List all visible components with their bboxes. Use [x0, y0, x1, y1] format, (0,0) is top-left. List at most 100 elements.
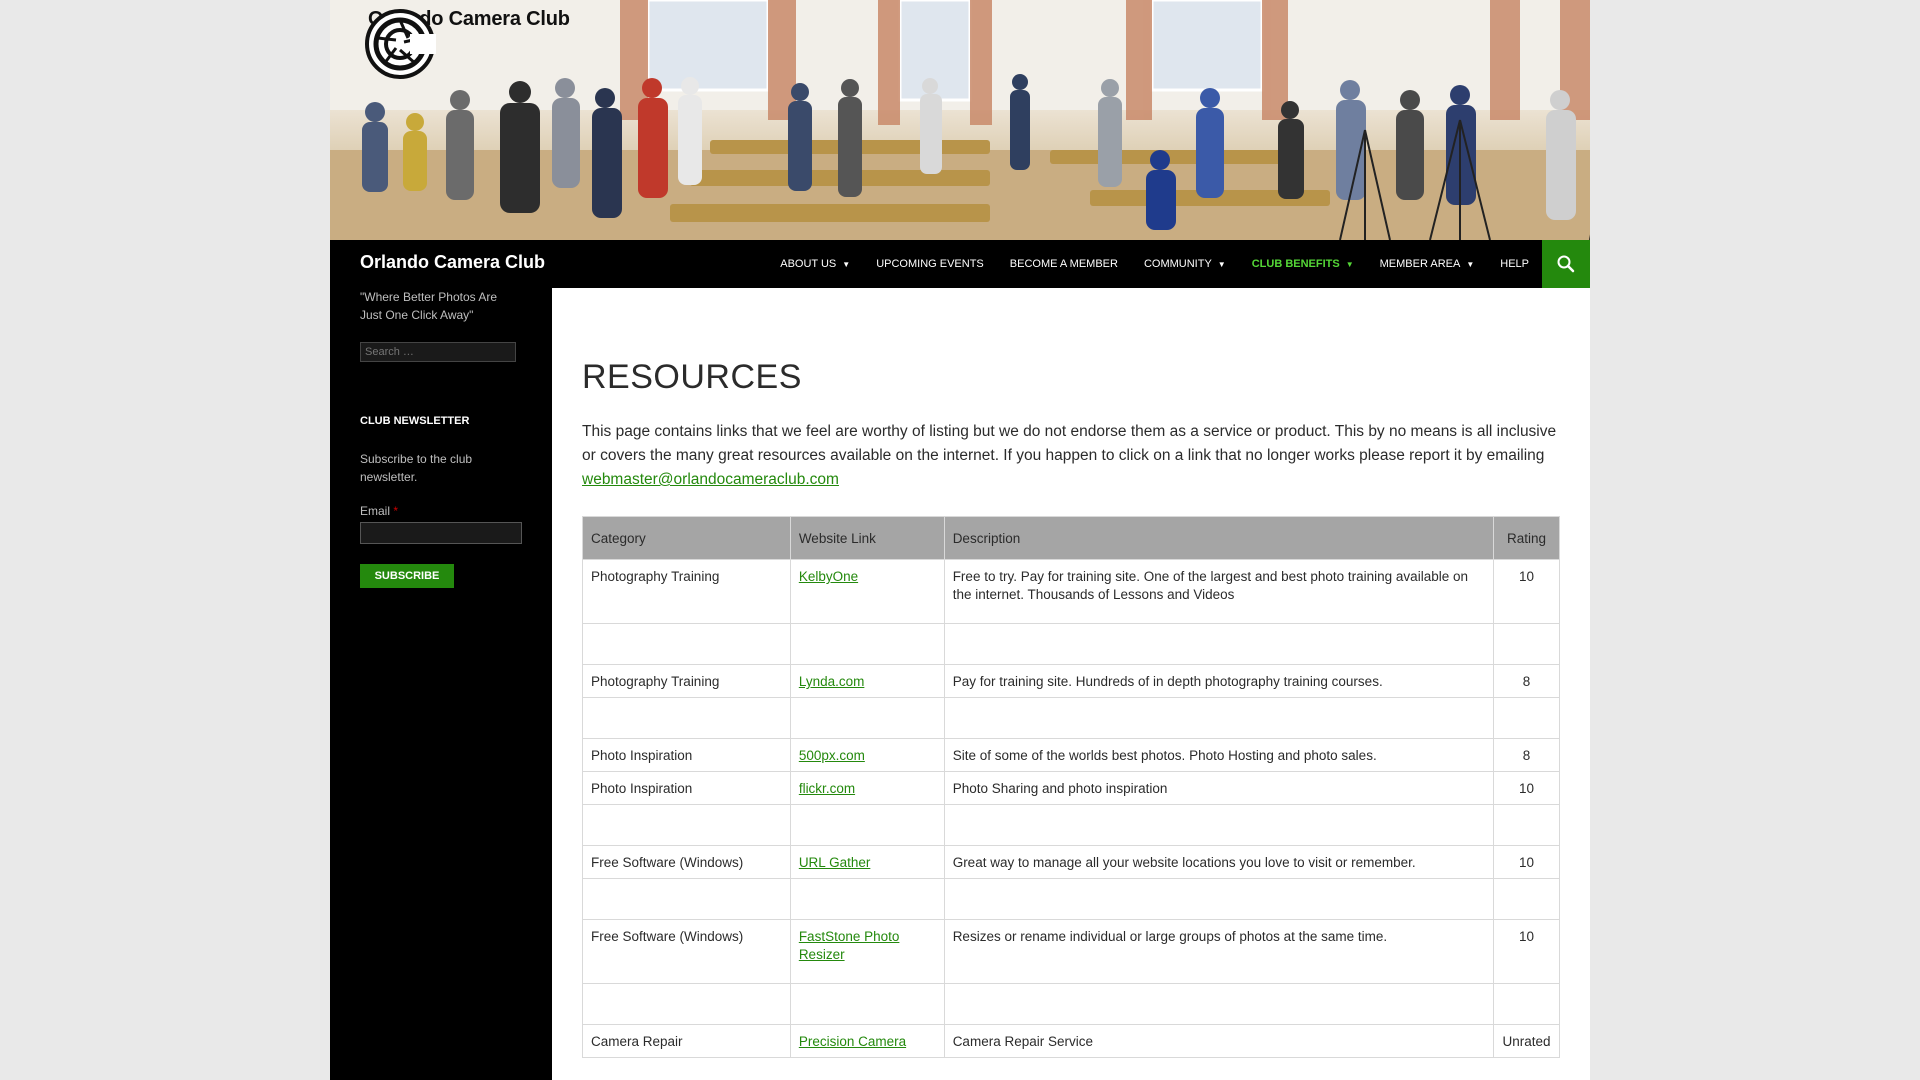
empty-cell: [943, 804, 1494, 846]
cell-link: Precision Camera: [789, 1024, 945, 1058]
empty-cell: [1492, 697, 1561, 739]
menu-item-help[interactable]: Help: [1487, 240, 1542, 288]
cell-link: 500px.com: [789, 738, 945, 772]
cell-category: Free Software (Windows): [582, 919, 791, 984]
menu-item-member-area[interactable]: Member Area ▼: [1367, 240, 1488, 288]
empty-cell: [582, 983, 791, 1025]
cell-link: FastStone Photo Resizer: [789, 919, 945, 984]
newsletter-widget-title: Club Newsletter: [360, 415, 470, 427]
caret-down-icon: ▼: [1466, 259, 1475, 269]
subscribe-button[interactable]: Subscribe: [360, 564, 454, 588]
cell-description: Site of some of the worlds best photos. …: [943, 738, 1494, 772]
cell-rating: 8: [1492, 664, 1561, 698]
header-photo-illustration: [330, 0, 1590, 240]
table-body: Photography Training KelbyOne Free to tr…: [582, 559, 1561, 1058]
empty-cell: [789, 697, 945, 739]
menu-item-label: Become a Member: [1009, 258, 1118, 270]
menu-item-label: Club Benefits: [1251, 258, 1340, 270]
table-row-empty: [582, 697, 1561, 739]
menu-item-community[interactable]: Community ▼: [1131, 240, 1239, 288]
menu-item-label: Upcoming Events: [876, 258, 984, 270]
menu-item-label: About Us: [780, 258, 837, 270]
intro-text: This page contains links that we feel ar…: [582, 423, 1557, 464]
empty-cell: [582, 804, 791, 846]
intro-paragraph: This page contains links that we feel ar…: [582, 420, 1562, 492]
table-row: Free Software (Windows) FastStone Photo …: [582, 919, 1561, 984]
resource-link[interactable]: Lynda.com: [799, 674, 865, 689]
table-row: Photo Inspiration 500px.com Site of some…: [582, 738, 1561, 772]
cell-link: Lynda.com: [789, 664, 945, 698]
caret-down-icon: ▼: [1217, 259, 1226, 269]
resource-link[interactable]: URL Gather: [799, 855, 871, 870]
cell-description: Camera Repair Service: [943, 1024, 1494, 1058]
email-field[interactable]: [360, 522, 522, 544]
cell-category: Photo Inspiration: [582, 771, 791, 805]
cell-rating: 10: [1492, 771, 1561, 805]
empty-cell: [1492, 878, 1561, 920]
empty-cell: [943, 878, 1494, 920]
resource-link[interactable]: KelbyOne: [799, 569, 858, 584]
table-row-empty: [582, 804, 1561, 846]
empty-cell: [789, 623, 945, 665]
empty-cell: [789, 804, 945, 846]
column-header-category: Category: [582, 516, 791, 560]
menu-item-become-a-member[interactable]: Become a Member: [997, 240, 1131, 288]
table-row: Photography Training Lynda.com Pay for t…: [582, 664, 1561, 698]
cell-category: Photo Inspiration: [582, 738, 791, 772]
sidebar: "Where Better Photos Are Just One Click …: [330, 288, 552, 1080]
cell-category: Camera Repair: [582, 1024, 791, 1058]
cell-link: URL Gather: [789, 845, 945, 879]
resource-link[interactable]: FastStone Photo Resizer: [799, 929, 900, 962]
column-header-description: Description: [943, 516, 1494, 560]
menu-item-label: Community: [1143, 258, 1212, 270]
empty-cell: [943, 697, 1494, 739]
caret-down-icon: ▼: [1345, 259, 1354, 269]
header-image[interactable]: Orlando Camera Club: [330, 0, 1590, 240]
cell-link: KelbyOne: [789, 559, 945, 624]
empty-cell: [582, 878, 791, 920]
cell-rating: 10: [1492, 919, 1561, 984]
column-header-website-link: Website Link: [789, 516, 945, 560]
menu-item-about-us[interactable]: About Us ▼: [767, 240, 863, 288]
resource-link[interactable]: Precision Camera: [799, 1034, 906, 1049]
cell-rating: 8: [1492, 738, 1561, 772]
resource-link[interactable]: flickr.com: [799, 781, 855, 796]
cell-description: Great way to manage all your website loc…: [943, 845, 1494, 879]
cell-description: Resizes or rename individual or large gr…: [943, 919, 1494, 984]
cell-category: Photography Training: [582, 559, 791, 624]
menu-item-club-benefits[interactable]: Club Benefits ▼: [1239, 240, 1367, 288]
empty-cell: [1492, 623, 1561, 665]
email-label-text: Email: [360, 504, 391, 518]
cell-category: Free Software (Windows): [582, 845, 791, 879]
resource-link[interactable]: 500px.com: [799, 748, 865, 763]
table-row: Photography Training KelbyOne Free to tr…: [582, 559, 1561, 624]
search-toggle-button[interactable]: [1542, 240, 1590, 288]
required-marker: *: [393, 504, 399, 518]
cell-description: Photo Sharing and photo inspiration: [943, 771, 1494, 805]
site-title-link[interactable]: Orlando Camera Club: [360, 252, 545, 273]
cell-description: Free to try. Pay for training site. One …: [943, 559, 1494, 624]
webmaster-email-link[interactable]: webmaster@orlandocameraclub.com: [582, 471, 839, 488]
search-input[interactable]: [360, 342, 516, 362]
empty-cell: [789, 878, 945, 920]
primary-navigation: Orlando Camera Club About Us ▼ Upcoming …: [330, 240, 1590, 288]
empty-cell: [582, 697, 791, 739]
search-icon: [1557, 255, 1575, 273]
caret-down-icon: ▼: [842, 259, 851, 269]
site-tagline: "Where Better Photos Are Just One Click …: [360, 290, 497, 322]
site-logo[interactable]: Orlando Camera Club: [364, 8, 570, 79]
column-header-rating: Rating: [1492, 516, 1561, 560]
table-row: Camera Repair Precision Camera Camera Re…: [582, 1024, 1561, 1058]
menu-item-label: Help: [1500, 258, 1529, 270]
table-row-empty: [582, 983, 1561, 1025]
empty-cell: [1492, 983, 1561, 1025]
menu-item-label: Member Area: [1379, 258, 1461, 270]
main-menu: About Us ▼ Upcoming Events Become a Memb…: [767, 240, 1542, 288]
newsletter-description: Subscribe to the club newsletter.: [360, 452, 473, 484]
cell-link: flickr.com: [789, 771, 945, 805]
cell-description: Pay for training site. Hundreds of in de…: [943, 664, 1494, 698]
table-row: Photo Inspiration flickr.com Photo Shari…: [582, 771, 1561, 805]
resources-table: Category Website Link Description Rating…: [582, 516, 1561, 1058]
menu-item-upcoming-events[interactable]: Upcoming Events: [863, 240, 997, 288]
cell-category: Photography Training: [582, 664, 791, 698]
